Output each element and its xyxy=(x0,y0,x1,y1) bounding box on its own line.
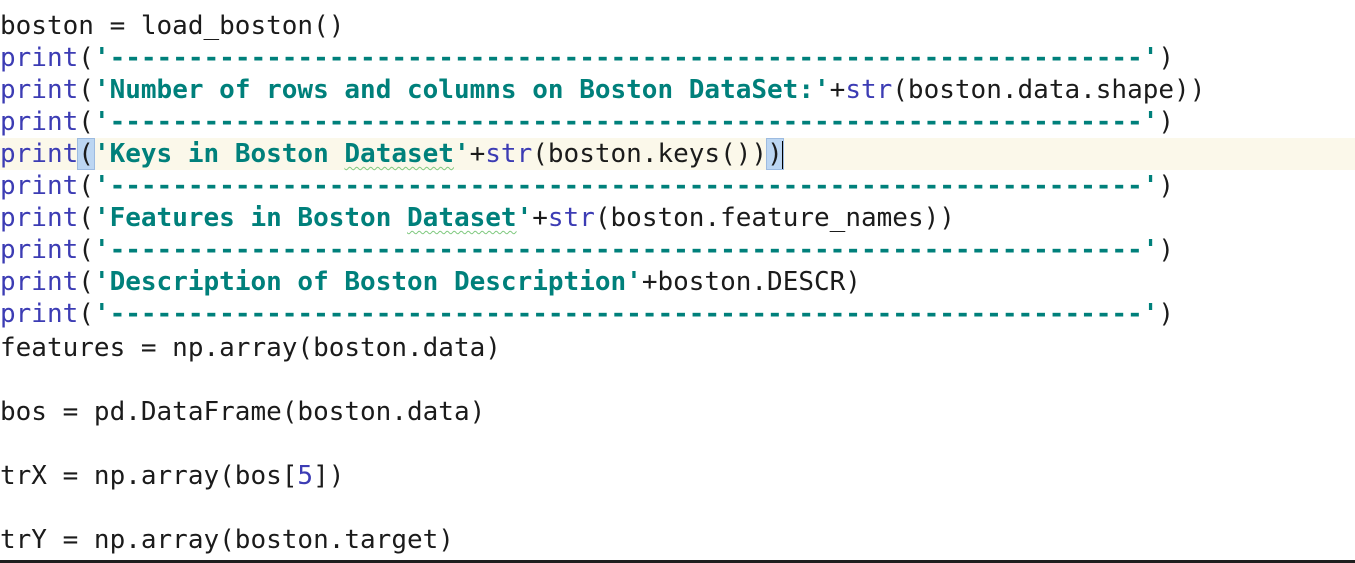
text-caret xyxy=(781,140,784,169)
string-literal: 'Keys in Boston xyxy=(93,139,345,169)
code-text: (boston.keys()) xyxy=(532,139,768,169)
code-line-4[interactable]: print('---------------------------------… xyxy=(0,106,1355,138)
open-paren: ( xyxy=(78,299,94,329)
function-name: str xyxy=(845,75,893,105)
plus-operator: + xyxy=(532,203,548,233)
code-editor[interactable]: boston = load_boston() print('----------… xyxy=(0,0,1355,563)
function-name: print xyxy=(0,203,79,233)
function-name: print xyxy=(0,171,79,201)
string-literal: '---------------------------------------… xyxy=(93,299,1159,329)
string-literal: 'Features in Boston xyxy=(93,203,408,233)
matched-open-paren: ( xyxy=(77,138,95,170)
code-line-2[interactable]: print('---------------------------------… xyxy=(0,42,1355,74)
open-paren: ( xyxy=(78,203,94,233)
close-paren: ) xyxy=(1158,107,1175,137)
code-line-5-current[interactable]: print('Keys in Boston Dataset'+str(bosto… xyxy=(0,138,1355,170)
code-text: (boston.feature_names)) xyxy=(594,203,955,233)
string-quote: ' xyxy=(516,203,533,233)
code-line-8[interactable]: print('---------------------------------… xyxy=(0,234,1355,266)
plus-operator: + xyxy=(469,139,486,169)
code-line-14[interactable]: trY = np.array(boston.target) xyxy=(0,524,1355,556)
string-literal: '---------------------------------------… xyxy=(93,171,1159,201)
code-text: bos = pd.DataFrame(boston.data) xyxy=(0,397,486,427)
close-paren: ) xyxy=(1158,43,1175,73)
code-text: boston = load_boston() xyxy=(0,11,345,41)
function-name: print xyxy=(0,235,79,265)
string-literal: '---------------------------------------… xyxy=(93,235,1159,265)
code-line-1[interactable]: boston = load_boston() xyxy=(0,10,1355,42)
code-line-3[interactable]: print('Number of rows and columns on Bos… xyxy=(0,74,1355,106)
code-text: ]) xyxy=(313,461,345,491)
spellcheck-word: Dataset xyxy=(407,203,517,233)
close-paren: ) xyxy=(1158,235,1175,265)
code-line-9[interactable]: print('Description of Boston Description… xyxy=(0,266,1355,298)
code-text: trX = np.array(bos[ xyxy=(0,461,298,491)
function-name: print xyxy=(0,107,79,137)
code-text: trY = np.array(boston.target) xyxy=(0,525,454,555)
function-name: str xyxy=(547,203,595,233)
open-paren: ( xyxy=(78,43,94,73)
number-literal: 5 xyxy=(297,461,314,491)
code-text: +boston.DESCR) xyxy=(641,267,861,297)
close-paren: ) xyxy=(1158,171,1175,201)
function-name: print xyxy=(0,299,79,329)
open-paren: ( xyxy=(78,235,94,265)
code-line-12[interactable]: bos = pd.DataFrame(boston.data) xyxy=(0,396,1355,428)
code-text: features = np.array(boston.data) xyxy=(0,333,501,363)
open-paren: ( xyxy=(78,107,94,137)
code-line-10[interactable]: print('---------------------------------… xyxy=(0,298,1355,330)
code-text: (boston.data.shape)) xyxy=(892,75,1206,105)
function-name: print xyxy=(0,267,79,297)
function-name: print xyxy=(0,75,79,105)
code-line-11[interactable]: features = np.array(boston.data) xyxy=(0,332,1355,364)
string-literal: '---------------------------------------… xyxy=(93,43,1159,73)
function-name: print xyxy=(0,139,79,169)
open-paren: ( xyxy=(78,171,94,201)
open-paren: ( xyxy=(78,267,94,297)
string-quote: ' xyxy=(453,139,470,169)
close-paren: ) xyxy=(1158,299,1175,329)
function-name: print xyxy=(0,43,79,73)
plus-operator: + xyxy=(829,75,846,105)
code-line-13[interactable]: trX = np.array(bos[5]) xyxy=(0,460,1355,492)
spellcheck-word: Dataset xyxy=(344,139,454,169)
code-line-6[interactable]: print('---------------------------------… xyxy=(0,170,1355,202)
code-line-7[interactable]: print('Features in Boston Dataset'+str(b… xyxy=(0,202,1355,234)
string-literal: 'Number of rows and columns on Boston Da… xyxy=(93,75,830,105)
string-literal: '---------------------------------------… xyxy=(93,107,1159,137)
function-name: str xyxy=(485,139,533,169)
matched-close-paren: ) xyxy=(766,138,784,170)
open-paren: ( xyxy=(78,75,94,105)
string-literal: 'Description of Boston Description' xyxy=(93,267,642,297)
